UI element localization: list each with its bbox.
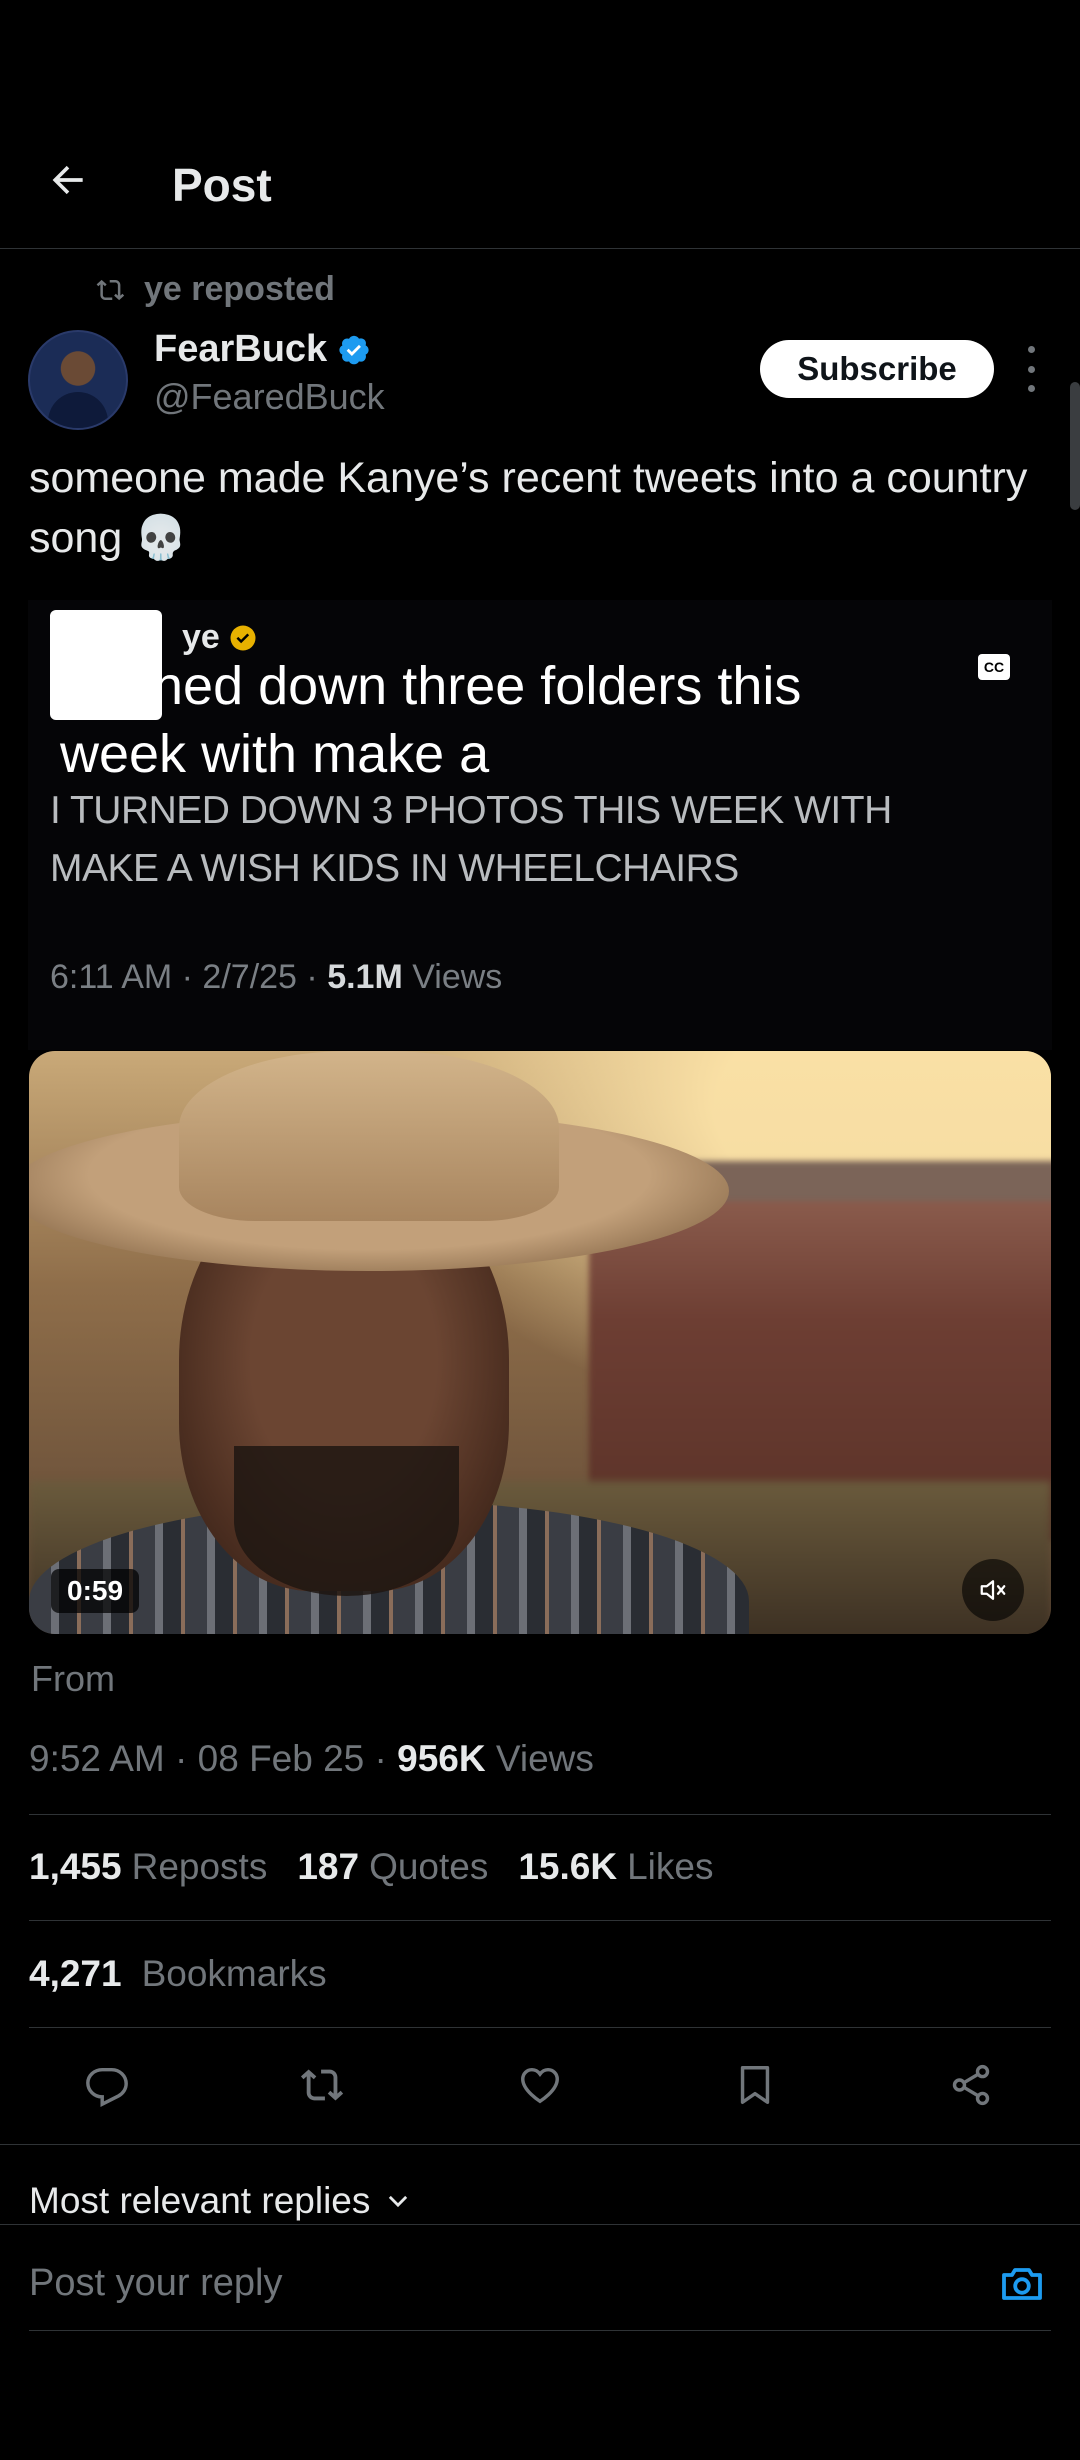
reply-input[interactable]: Post your reply — [29, 2262, 282, 2305]
share-icon — [952, 2064, 990, 2106]
post-timestamp: 9:52 AM · 08 Feb 25 · 956K Views — [29, 1738, 594, 1780]
bookmarks-stat[interactable]: 4,271 Bookmarks — [29, 1953, 327, 1995]
scrollbar[interactable] — [1070, 382, 1080, 510]
like-button[interactable] — [505, 2050, 575, 2120]
bookmarks-count: 4,271 — [29, 1953, 122, 1994]
camera-icon — [1002, 2268, 1042, 2300]
quotes-label: Quotes — [369, 1846, 489, 1887]
embedded-tweet-meta: 6:11 AM · 2/7/25 · 5.1M Views — [50, 958, 502, 997]
bookmark-icon — [740, 2066, 770, 2104]
subscribe-button[interactable]: Subscribe — [760, 340, 994, 398]
engagement-stats: 1,455 Reposts 187 Quotes 15.6K Likes — [29, 1846, 713, 1888]
divider — [29, 1920, 1051, 1921]
divider — [29, 1814, 1051, 1815]
repost-icon — [96, 279, 125, 300]
verified-badge-icon — [339, 335, 369, 364]
likes-label: Likes — [627, 1846, 714, 1887]
video-duration: 0:59 — [51, 1569, 140, 1613]
author-avatar[interactable] — [28, 330, 128, 430]
views-count: 956K — [397, 1738, 486, 1779]
repost-icon — [300, 2069, 344, 2101]
heart-icon — [521, 2067, 559, 2104]
divider — [29, 2330, 1051, 2331]
bookmark-button[interactable] — [720, 2050, 790, 2120]
divider — [29, 2027, 1051, 2028]
video-caption: I turned down three folders this week wi… — [60, 656, 802, 784]
bookmarks-label: Bookmarks — [141, 1953, 327, 1994]
divider — [0, 2224, 1080, 2225]
chevron-down-icon — [389, 2195, 408, 2208]
author-name-text: FearBuck — [154, 328, 328, 370]
repost-text: ye reposted — [144, 270, 335, 308]
post-text: someone made Kanye’s recent tweets into … — [29, 454, 1028, 562]
back-button[interactable] — [40, 152, 96, 208]
likes-count: 15.6K — [518, 1846, 618, 1887]
replies-sort-dropdown[interactable]: Most relevant replies — [29, 2180, 412, 2222]
likes-stat[interactable]: 15.6K Likes — [518, 1846, 713, 1888]
action-bar — [0, 2050, 1080, 2120]
reposts-count: 1,455 — [29, 1846, 122, 1887]
divider — [0, 2144, 1080, 2145]
video-player[interactable]: 0:59 — [29, 1051, 1051, 1634]
repost-button[interactable] — [288, 2050, 358, 2120]
quotes-stat[interactable]: 187 Quotes — [297, 1846, 488, 1888]
timestamp-time: 9:52 AM · 08 Feb 25 · — [29, 1738, 398, 1779]
author-handle[interactable]: @FearedBuck — [154, 376, 385, 418]
source-label[interactable]: From — [31, 1658, 115, 1700]
verified-gold-icon — [230, 625, 256, 650]
header-divider — [0, 248, 1080, 249]
embedded-meta-time: 6:11 AM · 2/7/25 · — [50, 958, 328, 996]
speaker-muted-icon — [980, 1580, 1006, 1600]
mute-toggle-button[interactable] — [962, 1559, 1024, 1621]
reply-button[interactable] — [72, 2050, 142, 2120]
embedded-meta-views-label: Views — [402, 958, 503, 996]
repost-indicator[interactable]: ye reposted — [96, 270, 335, 309]
embedded-meta-views: 5.1M — [327, 958, 403, 996]
arrow-left-icon — [52, 165, 83, 195]
embedded-tweet-text: I TURNED DOWN 3 PHOTOS THIS WEEK WITH MA… — [50, 789, 892, 890]
reposts-label: Reposts — [131, 1846, 268, 1887]
quotes-count: 187 — [297, 1846, 360, 1887]
views-label: Views — [485, 1738, 594, 1779]
page-title: Post — [172, 159, 272, 211]
share-button[interactable] — [936, 2050, 1006, 2120]
author-name[interactable]: FearBuck — [154, 328, 371, 371]
camera-button[interactable] — [996, 2258, 1048, 2310]
reply-icon — [86, 2067, 128, 2107]
replies-sort-label: Most relevant replies — [29, 2180, 371, 2221]
reposts-stat[interactable]: 1,455 Reposts — [29, 1846, 267, 1888]
closed-captions-icon[interactable]: CC — [978, 654, 1010, 680]
more-options-icon[interactable] — [1020, 346, 1042, 392]
